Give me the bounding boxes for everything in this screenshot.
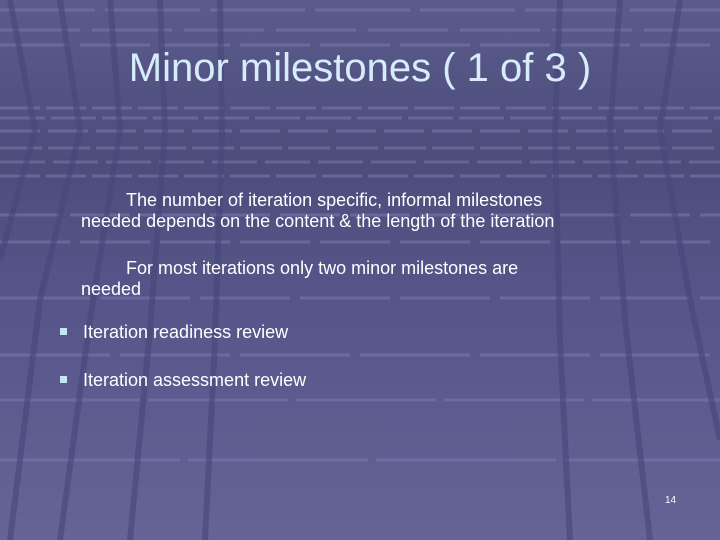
paragraph-line: needed — [81, 279, 142, 299]
page-number: 14 — [665, 495, 677, 506]
paragraph-line: The number of iteration specific, inform… — [126, 190, 543, 210]
paragraph-line: For most iterations only two minor miles… — [126, 258, 519, 278]
bullet-text: Iteration readiness review — [83, 322, 289, 342]
square-bullet-icon — [60, 376, 67, 383]
paragraph-line: needed depends on the content & the leng… — [81, 211, 555, 231]
bullet-text: Iteration assessment review — [83, 370, 307, 390]
square-bullet-icon — [60, 328, 67, 335]
paragraph-iteration-milestones: The number of iteration specific, inform… — [81, 190, 641, 232]
slide-title: Minor milestones ( 1 of 3 ) — [128, 46, 592, 90]
paragraph-two-milestones: For most iterations only two minor miles… — [81, 258, 641, 300]
